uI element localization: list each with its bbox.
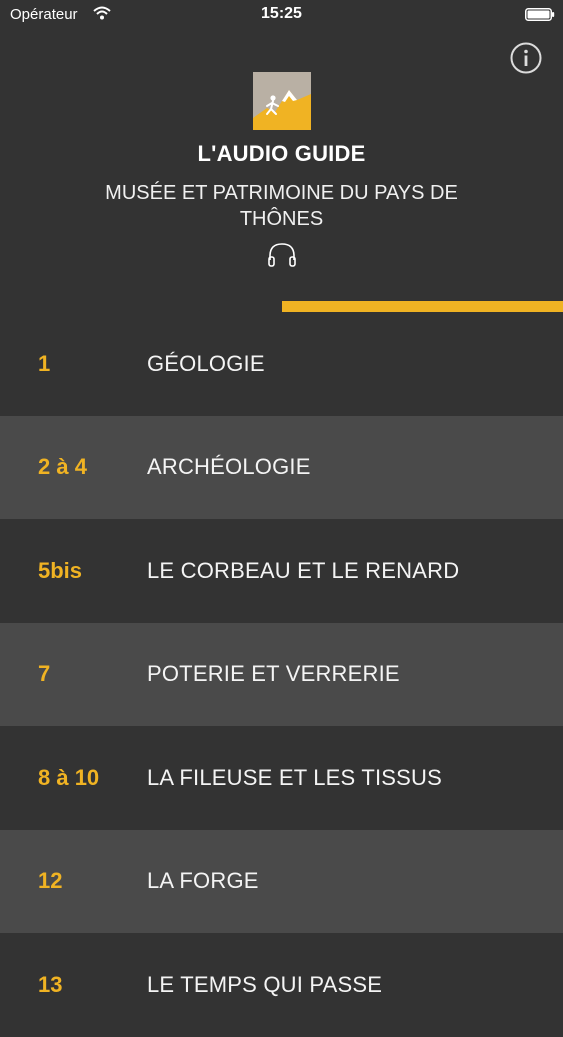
item-number: 13	[38, 971, 63, 997]
app-title: L'AUDIO GUIDE	[197, 141, 366, 166]
item-number: 2 à 4	[38, 454, 87, 480]
item-label: ARCHÉOLOGIE	[147, 454, 311, 480]
tour-list: 1 GÉOLOGIE 2 à 4 ARCHÉOLOGIE 5bis LE COR…	[0, 312, 563, 1037]
list-item[interactable]: 2 à 4 ARCHÉOLOGIE	[0, 415, 563, 519]
headphones-icon	[268, 243, 296, 267]
mountain-hiker-logo	[253, 72, 311, 130]
list-item[interactable]: 5bis LE CORBEAU ET LE RENARD	[0, 519, 563, 623]
item-number: 5bis	[38, 557, 83, 583]
list-item[interactable]: 13 LE TEMPS QUI PASSE	[0, 933, 563, 1037]
item-number: 8 à 10	[38, 764, 100, 790]
item-label: GÉOLOGIE	[147, 350, 265, 376]
list-item[interactable]: 12 LA FORGE	[0, 829, 563, 933]
item-number: 7	[38, 661, 51, 687]
list-item[interactable]: 1 GÉOLOGIE	[0, 312, 563, 416]
list-item[interactable]: 8 à 10 LA FILEUSE ET LES TISSUS	[0, 726, 563, 830]
item-number: 1	[38, 350, 51, 376]
item-label: LA FORGE	[147, 868, 259, 894]
item-label: LE TEMPS QUI PASSE	[147, 971, 383, 997]
status-bar: Opérateur 15:25	[0, 0, 563, 30]
item-number: 12	[38, 868, 63, 894]
list-item[interactable]: 7 POTERIE ET VERRERIE	[0, 622, 563, 726]
app-subtitle: MUSÉE ET PATRIMOINE DU PAYS DE THÔNES	[105, 182, 458, 230]
battery-icon	[525, 8, 555, 21]
item-label: POTERIE ET VERRERIE	[147, 661, 400, 687]
info-icon[interactable]	[510, 42, 542, 74]
item-label: LE CORBEAU ET LE RENARD	[147, 557, 460, 583]
status-time: 15:25	[261, 5, 302, 22]
item-label: LA FILEUSE ET LES TISSUS	[147, 764, 443, 790]
